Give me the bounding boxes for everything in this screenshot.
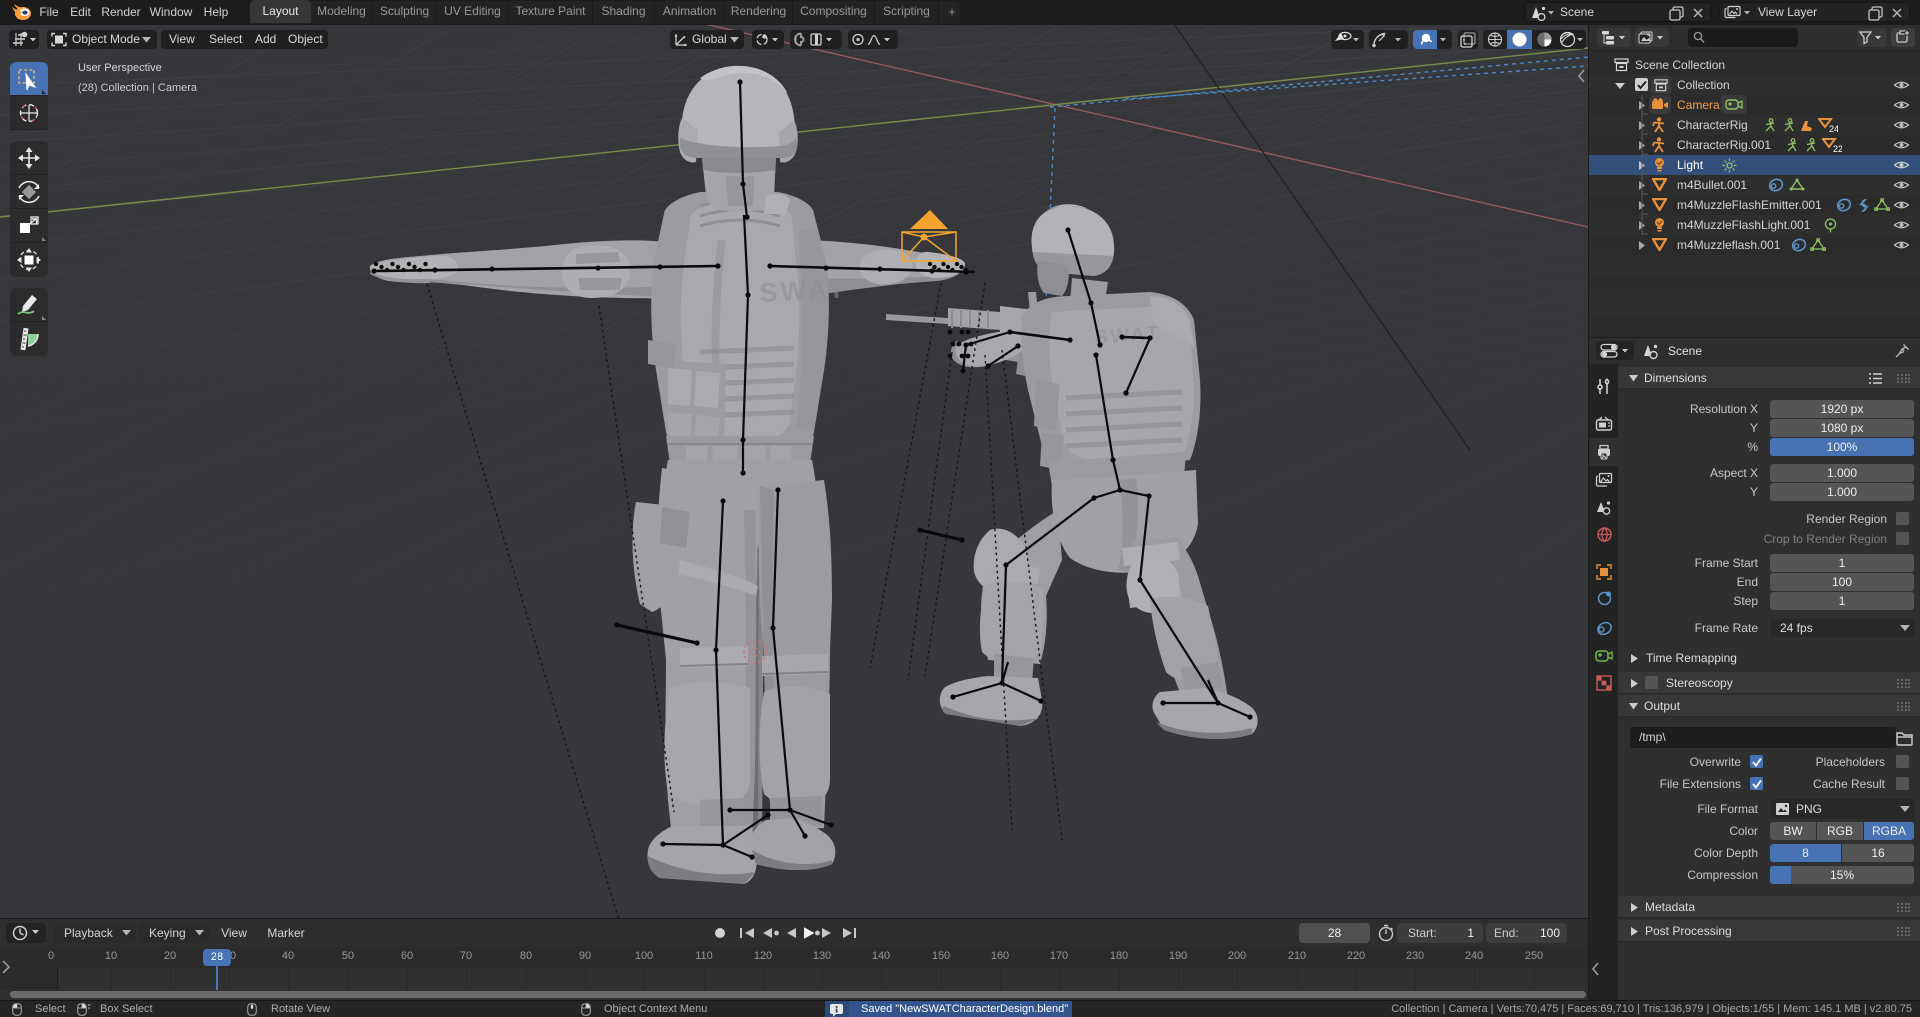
svg-text:24: 24 <box>1829 124 1838 133</box>
svg-text:SWAT: SWAT <box>759 273 848 308</box>
svg-text:SWAT: SWAT <box>1094 322 1162 349</box>
svg-text:22: 22 <box>1833 144 1842 153</box>
